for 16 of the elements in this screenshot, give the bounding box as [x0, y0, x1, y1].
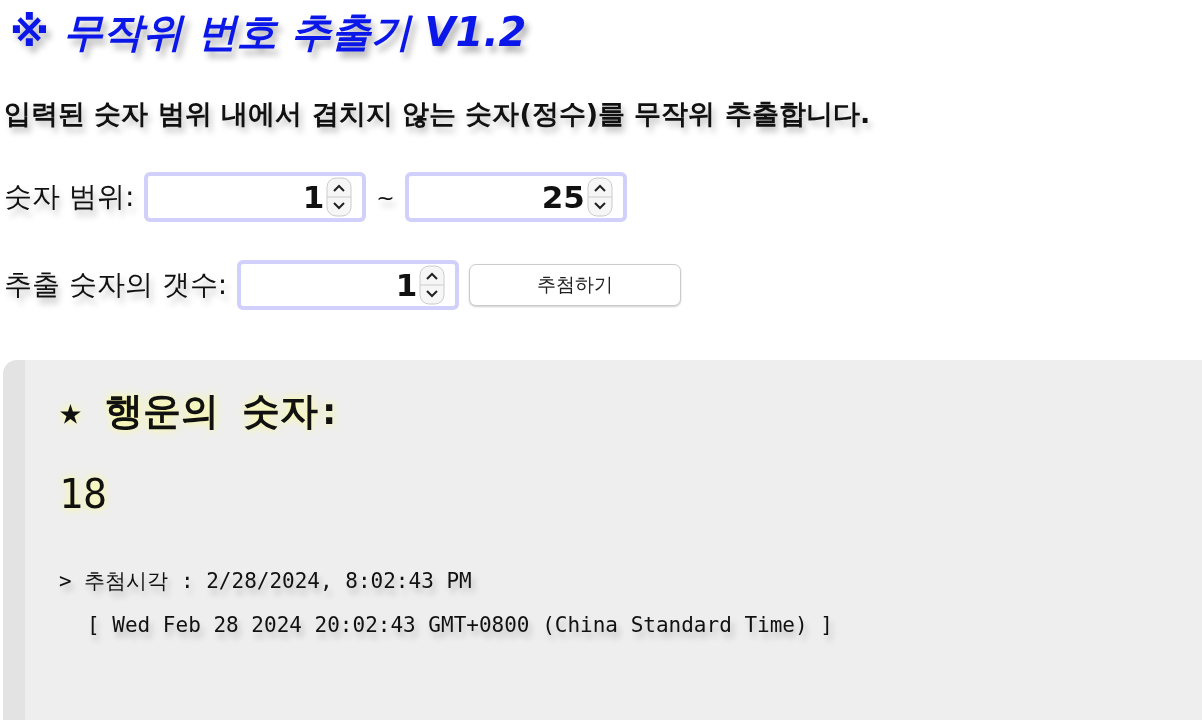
number-field[interactable]: 25 — [404, 172, 627, 222]
page-title: ※ 무작위 번호 추출기 V1.2 — [10, 8, 528, 57]
full-timestamp: [ Wed Feb 28 2024 20:02:43 GMT+0800 (China Standard Time) ] — [87, 613, 834, 637]
result-number: 18 — [59, 471, 109, 517]
number-field[interactable]: 1 — [144, 172, 367, 222]
draw-button[interactable]: 추첨하기 — [469, 264, 682, 306]
range-separator: ~ — [376, 184, 395, 210]
result-heading: ★ 행운의 숫자: — [59, 388, 342, 435]
count-label: 추출 숫자의 갯수: — [4, 267, 228, 303]
spinner-icon[interactable] — [419, 265, 446, 305]
description: 입력된 숫자 범위 내에서 겹치지 않는 숫자(정수)를 무작위 추출합니다. — [4, 97, 872, 131]
range-label: 숫자 범위: — [4, 179, 135, 215]
number-field[interactable]: 1 — [237, 260, 460, 310]
spinner-icon[interactable] — [326, 177, 353, 217]
spinner-icon[interactable] — [586, 177, 613, 217]
draw-time: > 추첨시각 : 2/28/2024, 8:02:43 PM — [59, 568, 473, 595]
